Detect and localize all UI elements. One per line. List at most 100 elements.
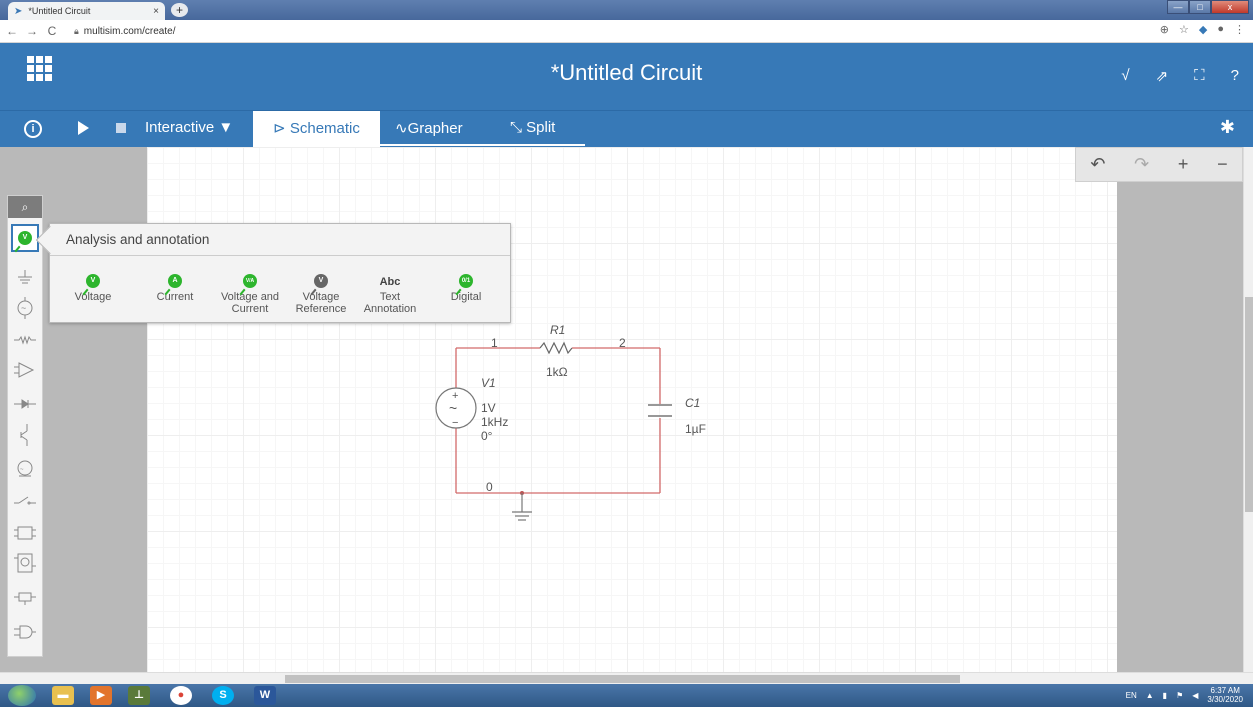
media-player-icon[interactable]: ▶ (90, 686, 112, 705)
window-controls: — □ x (1167, 0, 1249, 14)
extension-icon[interactable]: ◆ (1199, 23, 1207, 36)
tab-grapher[interactable]: ∿Grapher (395, 111, 463, 148)
lock-icon: 🔒︎ (74, 25, 79, 36)
edit-controls-panel: ↶ ↷ + − (1075, 147, 1243, 182)
browser-menu-icon[interactable]: ⋮ (1234, 23, 1245, 36)
analysis-annotation-flyout: Analysis and annotation V Voltage A Curr… (35, 223, 511, 323)
skype-icon[interactable]: S (212, 686, 234, 705)
info-icon[interactable]: i (24, 120, 42, 138)
current-probe-item[interactable]: A Current (142, 264, 208, 303)
palette-diode-icon[interactable] (11, 390, 39, 418)
app-header: *Untitled Circuit √ ⇗ ⛶ ? (0, 43, 1253, 110)
palette-ic-icon[interactable] (11, 519, 39, 547)
fullscreen-icon[interactable]: ⛶ (1194, 67, 1205, 85)
reload-button[interactable]: C (44, 24, 60, 38)
palette-ground-icon[interactable] (11, 264, 39, 292)
profile-icon[interactable]: ● (1217, 23, 1224, 36)
os-taskbar: ▬ ▶ ⊥ ● S W EN ▲ ▮ ⚑ ◀ 6:37 AM 3/30/2020 (0, 684, 1253, 707)
probe-icon: V (18, 231, 32, 245)
redo-button[interactable]: ↷ (1134, 154, 1149, 175)
undo-button[interactable]: ↶ (1090, 154, 1105, 175)
clock-date: 3/30/2020 (1207, 695, 1243, 704)
palette-source-icon[interactable]: ~ (11, 294, 39, 322)
multisim-favicon-icon: ➤ (14, 5, 23, 17)
v1-name[interactable]: V1 (481, 376, 496, 390)
palette-resistor-icon[interactable] (11, 326, 39, 354)
node-label-2: 2 (619, 336, 626, 350)
palette-switch-icon[interactable] (11, 486, 39, 514)
app-icon[interactable]: ⊥ (128, 686, 150, 705)
browser-tab-title: *Untitled Circuit (28, 6, 91, 16)
digital-probe-icon: 0/1 (459, 274, 473, 288)
voltage-probe-item[interactable]: V Voltage (60, 264, 126, 303)
flag-icon[interactable]: ⚑ (1176, 691, 1183, 700)
c1-value[interactable]: 1µF (685, 422, 706, 436)
forward-button[interactable]: → (24, 24, 40, 38)
palette-search-icon[interactable]: ⌕ (8, 196, 42, 218)
palette-relay-icon[interactable] (11, 584, 39, 612)
horizontal-scroll-thumb[interactable] (285, 675, 960, 683)
tab-close-icon[interactable]: × (153, 6, 159, 17)
palette-logic-gate-icon[interactable] (11, 618, 39, 646)
run-simulation-icon[interactable] (78, 121, 89, 135)
tab-split[interactable]: ⤡ Split (510, 111, 555, 148)
tray-expand-icon[interactable]: ▲ (1146, 691, 1154, 700)
maximize-button[interactable]: □ (1189, 0, 1211, 14)
voltage-probe-icon: V (86, 274, 100, 288)
circuit-title[interactable]: *Untitled Circuit (0, 60, 1253, 86)
clock[interactable]: 6:37 AM 3/30/2020 (1207, 686, 1243, 704)
stop-simulation-icon[interactable] (116, 123, 126, 133)
svg-text:~: ~ (20, 467, 24, 473)
palette-meter-icon[interactable]: ~ (11, 455, 39, 483)
zoom-out-button[interactable]: − (1217, 154, 1228, 175)
r1-name[interactable]: R1 (550, 323, 565, 337)
bookmark-star-icon[interactable]: ☆ (1179, 23, 1189, 36)
v1-phase[interactable]: 0° (481, 429, 492, 443)
v1-frequency[interactable]: 1kHz (481, 415, 508, 429)
settings-gear-icon[interactable]: ✱ (1220, 117, 1235, 138)
horizontal-scrollbar[interactable] (0, 672, 1253, 684)
digital-probe-item[interactable]: 0/1 Digital (433, 264, 499, 303)
help-icon[interactable]: ? (1231, 67, 1239, 85)
text-annotation-item[interactable]: Abc Text Annotation (357, 264, 423, 315)
r1-value[interactable]: 1kΩ (546, 365, 568, 379)
browser-tabstrip: ➤ *Untitled Circuit × + — □ x (0, 0, 1253, 20)
c1-name[interactable]: C1 (685, 396, 700, 410)
tab-schematic[interactable]: ⊳ Schematic (253, 111, 380, 148)
new-tab-button[interactable]: + (171, 3, 188, 17)
palette-analysis-annotation[interactable]: V (11, 224, 39, 252)
palette-transistor-icon[interactable] (11, 421, 39, 449)
volume-icon[interactable]: ◀ (1192, 691, 1198, 700)
vertical-scroll-thumb[interactable] (1245, 297, 1253, 512)
start-button[interactable] (8, 685, 36, 706)
back-button[interactable]: ← (4, 24, 20, 38)
export-icon[interactable]: ⇗ (1156, 67, 1169, 85)
palette-amplifier-icon[interactable] (11, 356, 39, 384)
word-icon[interactable]: W (254, 686, 276, 705)
vertical-scrollbar[interactable] (1243, 147, 1253, 672)
file-explorer-icon[interactable]: ▬ (52, 686, 74, 705)
url-field[interactable]: 🔒︎ multisim.com/create/ (74, 26, 175, 37)
system-tray: EN ▲ ▮ ⚑ ◀ 6:37 AM 3/30/2020 (1126, 686, 1243, 704)
zoom-in-button[interactable]: + (1178, 154, 1189, 175)
flyout-item-sublabel: Annotation (363, 303, 417, 315)
window-close-button[interactable]: x (1211, 0, 1249, 14)
language-indicator[interactable]: EN (1126, 691, 1137, 700)
browser-tab[interactable]: ➤ *Untitled Circuit × (8, 2, 165, 20)
node-label-1: 1 (491, 336, 498, 350)
minimize-button[interactable]: — (1167, 0, 1189, 14)
flyout-item-label: Voltage and (220, 291, 280, 303)
clock-time: 6:37 AM (1210, 686, 1240, 695)
network-icon[interactable]: ▮ (1163, 691, 1167, 700)
voltage-current-probe-item[interactable]: V/A Voltage and Current (217, 264, 283, 315)
zoom-icon[interactable]: ⊕ (1160, 23, 1169, 36)
palette-timer-icon[interactable] (11, 549, 39, 577)
formula-icon[interactable]: √ (1121, 67, 1129, 85)
url-text: multisim.com/create/ (83, 25, 176, 37)
chrome-icon[interactable]: ● (170, 686, 192, 705)
v1-amplitude[interactable]: 1V (481, 401, 496, 415)
flyout-item-label: Text (379, 291, 401, 303)
component-palette: ⌕ V ~ ~ (7, 195, 43, 657)
simulation-mode-dropdown[interactable]: Interactive ▼ (145, 119, 233, 136)
voltage-reference-item[interactable]: V Voltage Reference (288, 264, 354, 315)
